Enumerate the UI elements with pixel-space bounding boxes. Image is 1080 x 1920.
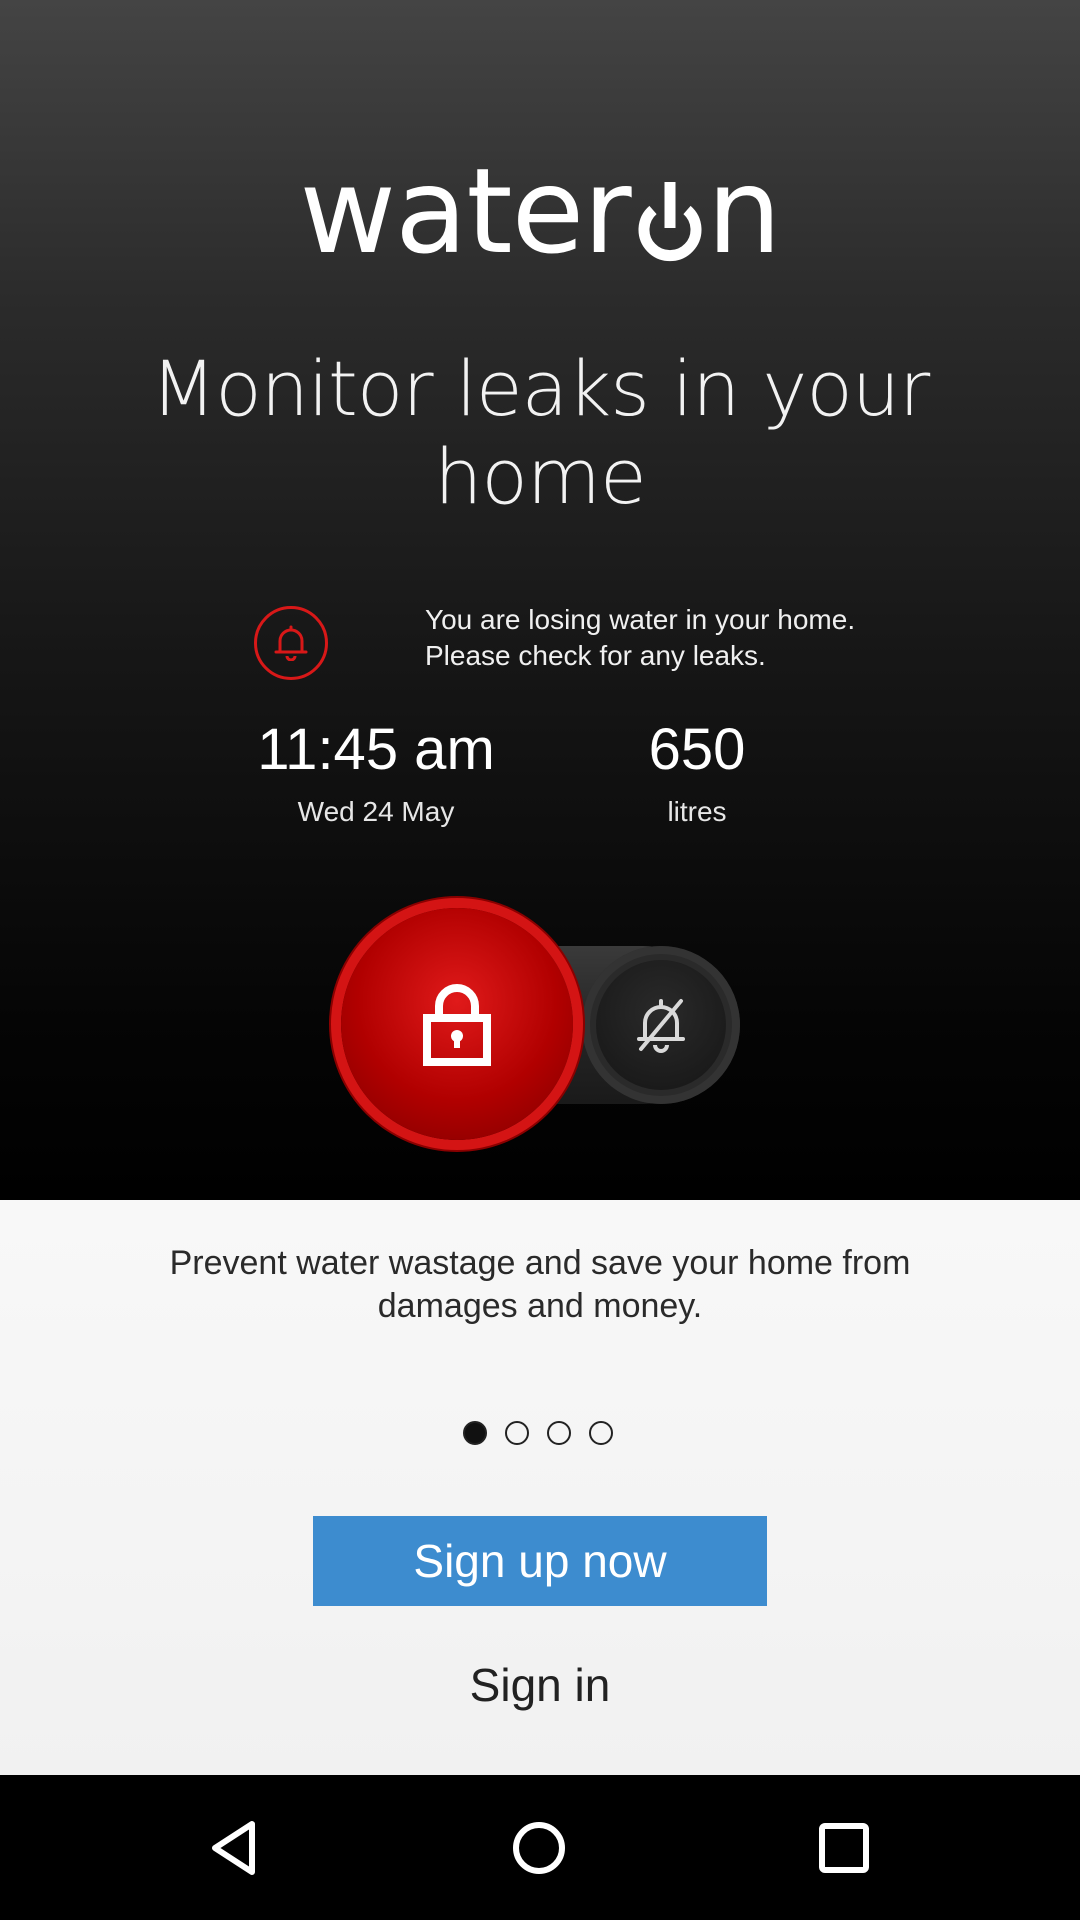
page-dot-2[interactable] xyxy=(505,1421,529,1445)
recent-apps-square-icon xyxy=(819,1822,869,1873)
lock-icon xyxy=(423,984,491,1066)
home-circle-icon xyxy=(513,1821,565,1874)
page-dot-4[interactable] xyxy=(589,1421,613,1445)
system-navigation-bar xyxy=(0,1775,1080,1920)
sign-up-button[interactable]: Sign up now xyxy=(313,1516,767,1606)
logo-text-n: n xyxy=(706,142,782,280)
alert-time: 11:45 am Wed 24 May xyxy=(236,715,516,829)
onboarding-panel: Prevent water wastage and save your home… xyxy=(0,1200,1080,1775)
leak-alert-message: You are losing water in your home. Pleas… xyxy=(425,604,856,671)
lock-slider-handle[interactable] xyxy=(341,908,573,1140)
wateron-logo: water n xyxy=(0,140,1080,270)
page-dot-1[interactable] xyxy=(463,1421,487,1445)
back-button[interactable] xyxy=(155,1775,315,1920)
time-value: 11:45 am xyxy=(257,717,495,782)
logo-text-water: water xyxy=(299,142,632,280)
hero-section: water n Monitor leaks in your home You ar… xyxy=(0,0,1080,1200)
recent-apps-button[interactable] xyxy=(764,1775,924,1920)
onboarding-screen: water n Monitor leaks in your home You ar… xyxy=(0,0,1080,1920)
panel-description: Prevent water wastage and save your home… xyxy=(169,1244,911,1325)
page-indicator xyxy=(463,1421,613,1445)
home-button[interactable] xyxy=(459,1775,619,1920)
volume-unit: litres xyxy=(667,796,727,827)
volume-value: 650 xyxy=(648,717,746,782)
sign-in-button[interactable]: Sign in xyxy=(390,1650,690,1720)
power-icon xyxy=(637,182,703,270)
headline: Monitor leaks in your home xyxy=(150,344,931,521)
date-value: Wed 24 May xyxy=(297,796,455,827)
bell-off-icon xyxy=(596,960,726,1090)
back-triangle-icon xyxy=(212,1820,255,1875)
water-volume: 650 litres xyxy=(597,715,797,829)
page-dot-3[interactable] xyxy=(547,1421,571,1445)
mute-alert-button[interactable] xyxy=(582,946,740,1104)
bell-icon xyxy=(254,606,328,680)
